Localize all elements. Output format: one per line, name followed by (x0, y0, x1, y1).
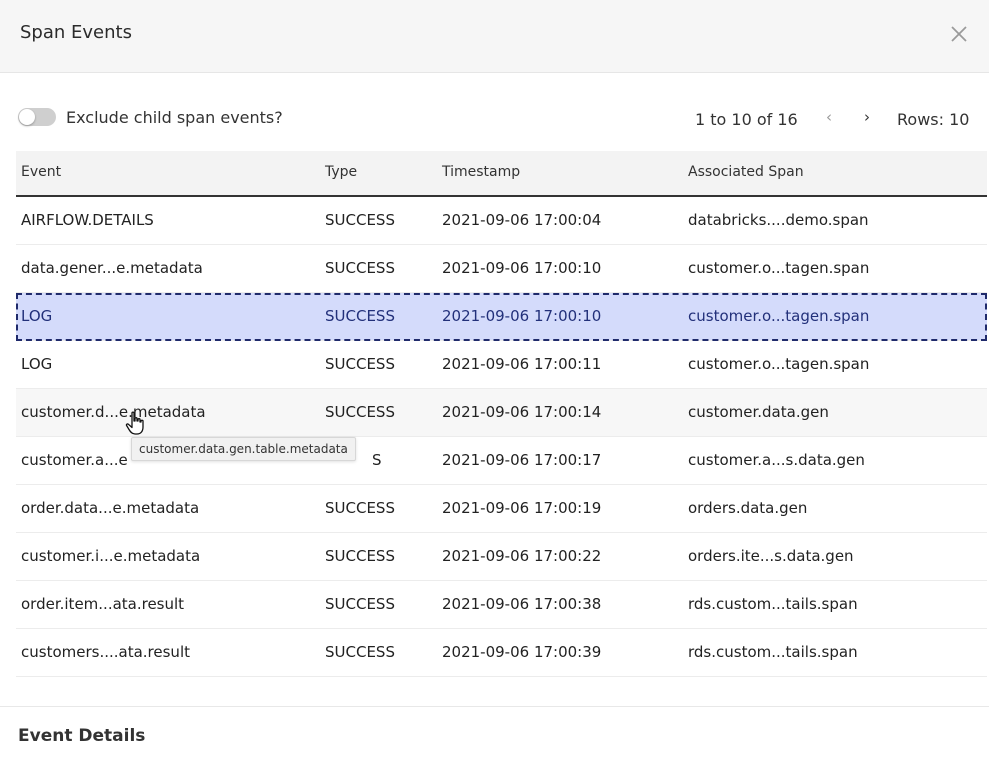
cell-type: SUCCESS (325, 643, 395, 661)
cell-type: SUCCESS (325, 499, 395, 517)
section-divider (0, 706, 989, 707)
close-icon[interactable] (949, 24, 969, 44)
cell-type: SUCCESS (325, 307, 395, 325)
cell-timestamp: 2021-09-06 17:00:38 (442, 595, 602, 613)
dialog-title: Span Events (20, 22, 132, 43)
column-header-event[interactable]: Event (21, 164, 61, 180)
cell-type: SUCCESS (325, 547, 395, 565)
table-row[interactable]: order.item...ata.result SUCCESS 2021-09-… (16, 581, 987, 629)
table-toolbar: Exclude child span events? 1 to 10 of 16… (0, 96, 989, 142)
cell-type: SUCCESS (325, 355, 395, 373)
cell-timestamp: 2021-09-06 17:00:14 (442, 403, 602, 421)
cell-timestamp: 2021-09-06 17:00:10 (442, 307, 602, 325)
cell-event: AIRFLOW.DETAILS (21, 211, 154, 229)
chevron-right-icon[interactable]: › (860, 108, 874, 128)
cell-event: customers....ata.result (21, 643, 190, 661)
cell-timestamp: 2021-09-06 17:00:04 (442, 211, 602, 229)
cell-timestamp: 2021-09-06 17:00:17 (442, 451, 602, 469)
table-header: Event Type Timestamp Associated Span (16, 151, 987, 197)
column-header-timestamp[interactable]: Timestamp (442, 164, 520, 180)
hand-pointer-icon (124, 410, 148, 436)
cell-associated-span: customer.o...tagen.span (688, 307, 870, 325)
cell-type: SUCCESS (325, 595, 395, 613)
chevron-left-icon[interactable]: ‹ (822, 108, 836, 128)
cell-type: SUCCESS (325, 211, 395, 229)
cell-event: data.gener...e.metadata (21, 259, 203, 277)
cell-event: customer.d...e.metadata (21, 403, 206, 421)
cell-associated-span: rds.custom...tails.span (688, 595, 858, 613)
cell-event: order.item...ata.result (21, 595, 185, 613)
cell-associated-span: orders.ite...s.data.gen (688, 547, 854, 565)
table-row[interactable]: data.gener...e.metadata SUCCESS 2021-09-… (16, 245, 987, 293)
cell-associated-span: orders.data.gen (688, 499, 808, 517)
toggle-label: Exclude child span events? (66, 108, 283, 127)
cell-associated-span: customer.a...s.data.gen (688, 451, 865, 469)
rows-per-page-select[interactable]: Rows: 10 (897, 110, 969, 129)
event-details-title: Event Details (18, 726, 146, 746)
cell-event: LOG (21, 307, 53, 325)
cell-type: SUCCESS (325, 259, 395, 277)
cell-timestamp: 2021-09-06 17:00:22 (442, 547, 602, 565)
cell-event: LOG (21, 355, 53, 373)
cell-timestamp: 2021-09-06 17:00:19 (442, 499, 602, 517)
exclude-child-events-toggle[interactable] (18, 108, 56, 126)
span-events-table: Event Type Timestamp Associated Span AIR… (16, 151, 987, 677)
cell-timestamp: 2021-09-06 17:00:10 (442, 259, 602, 277)
cell-associated-span: rds.custom...tails.span (688, 643, 858, 661)
cell-timestamp: 2021-09-06 17:00:39 (442, 643, 602, 661)
pagination-range: 1 to 10 of 16 (695, 110, 798, 129)
cell-timestamp: 2021-09-06 17:00:11 (442, 355, 602, 373)
cell-associated-span: databricks....demo.span (688, 211, 869, 229)
table-row[interactable]: AIRFLOW.DETAILS SUCCESS 2021-09-06 17:00… (16, 197, 987, 245)
column-header-type[interactable]: Type (325, 164, 357, 180)
table-row[interactable]: customer.d...e.metadata SUCCESS 2021-09-… (16, 389, 987, 437)
table-row[interactable]: LOG SUCCESS 2021-09-06 17:00:11 customer… (16, 341, 987, 389)
table-row[interactable]: customer.i...e.metadata SUCCESS 2021-09-… (16, 533, 987, 581)
table-row[interactable]: customers....ata.result SUCCESS 2021-09-… (16, 629, 987, 677)
cell-event: customer.i...e.metadata (21, 547, 201, 565)
cell-associated-span: customer.data.gen (688, 403, 829, 421)
event-name-tooltip: customer.data.gen.table.metadata (131, 437, 356, 461)
cell-associated-span: customer.o...tagen.span (688, 355, 870, 373)
cell-event: order.data...e.metadata (21, 499, 200, 517)
cell-event: customer.a...e (21, 451, 128, 469)
table-row-selected[interactable]: LOG SUCCESS 2021-09-06 17:00:10 customer… (16, 293, 987, 341)
cell-associated-span: customer.o...tagen.span (688, 259, 870, 277)
table-row[interactable]: order.data...e.metadata SUCCESS 2021-09-… (16, 485, 987, 533)
dialog-header: Span Events (0, 0, 989, 73)
cell-type: S (372, 451, 382, 469)
toggle-knob (19, 109, 35, 125)
cell-type: SUCCESS (325, 403, 395, 421)
column-header-associated-span[interactable]: Associated Span (688, 164, 804, 180)
